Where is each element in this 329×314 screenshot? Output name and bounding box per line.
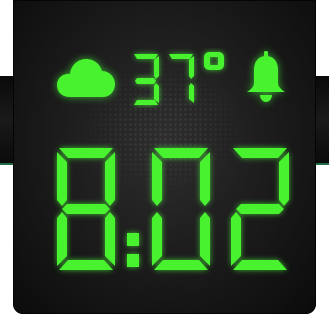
bell-icon[interactable]	[246, 51, 286, 103]
digit-hour	[57, 148, 115, 270]
temperature-display: 37°	[125, 48, 235, 108]
cloud-icon	[56, 55, 116, 99]
temperature-digits	[134, 52, 224, 105]
digit-minute-ones	[231, 148, 289, 270]
time-digits	[57, 148, 289, 270]
digit-minute-tens	[152, 148, 210, 270]
time-display: 8:02	[53, 138, 303, 278]
colon	[127, 233, 139, 267]
alarm-clock-app-icon[interactable]: 37°	[13, 0, 316, 314]
